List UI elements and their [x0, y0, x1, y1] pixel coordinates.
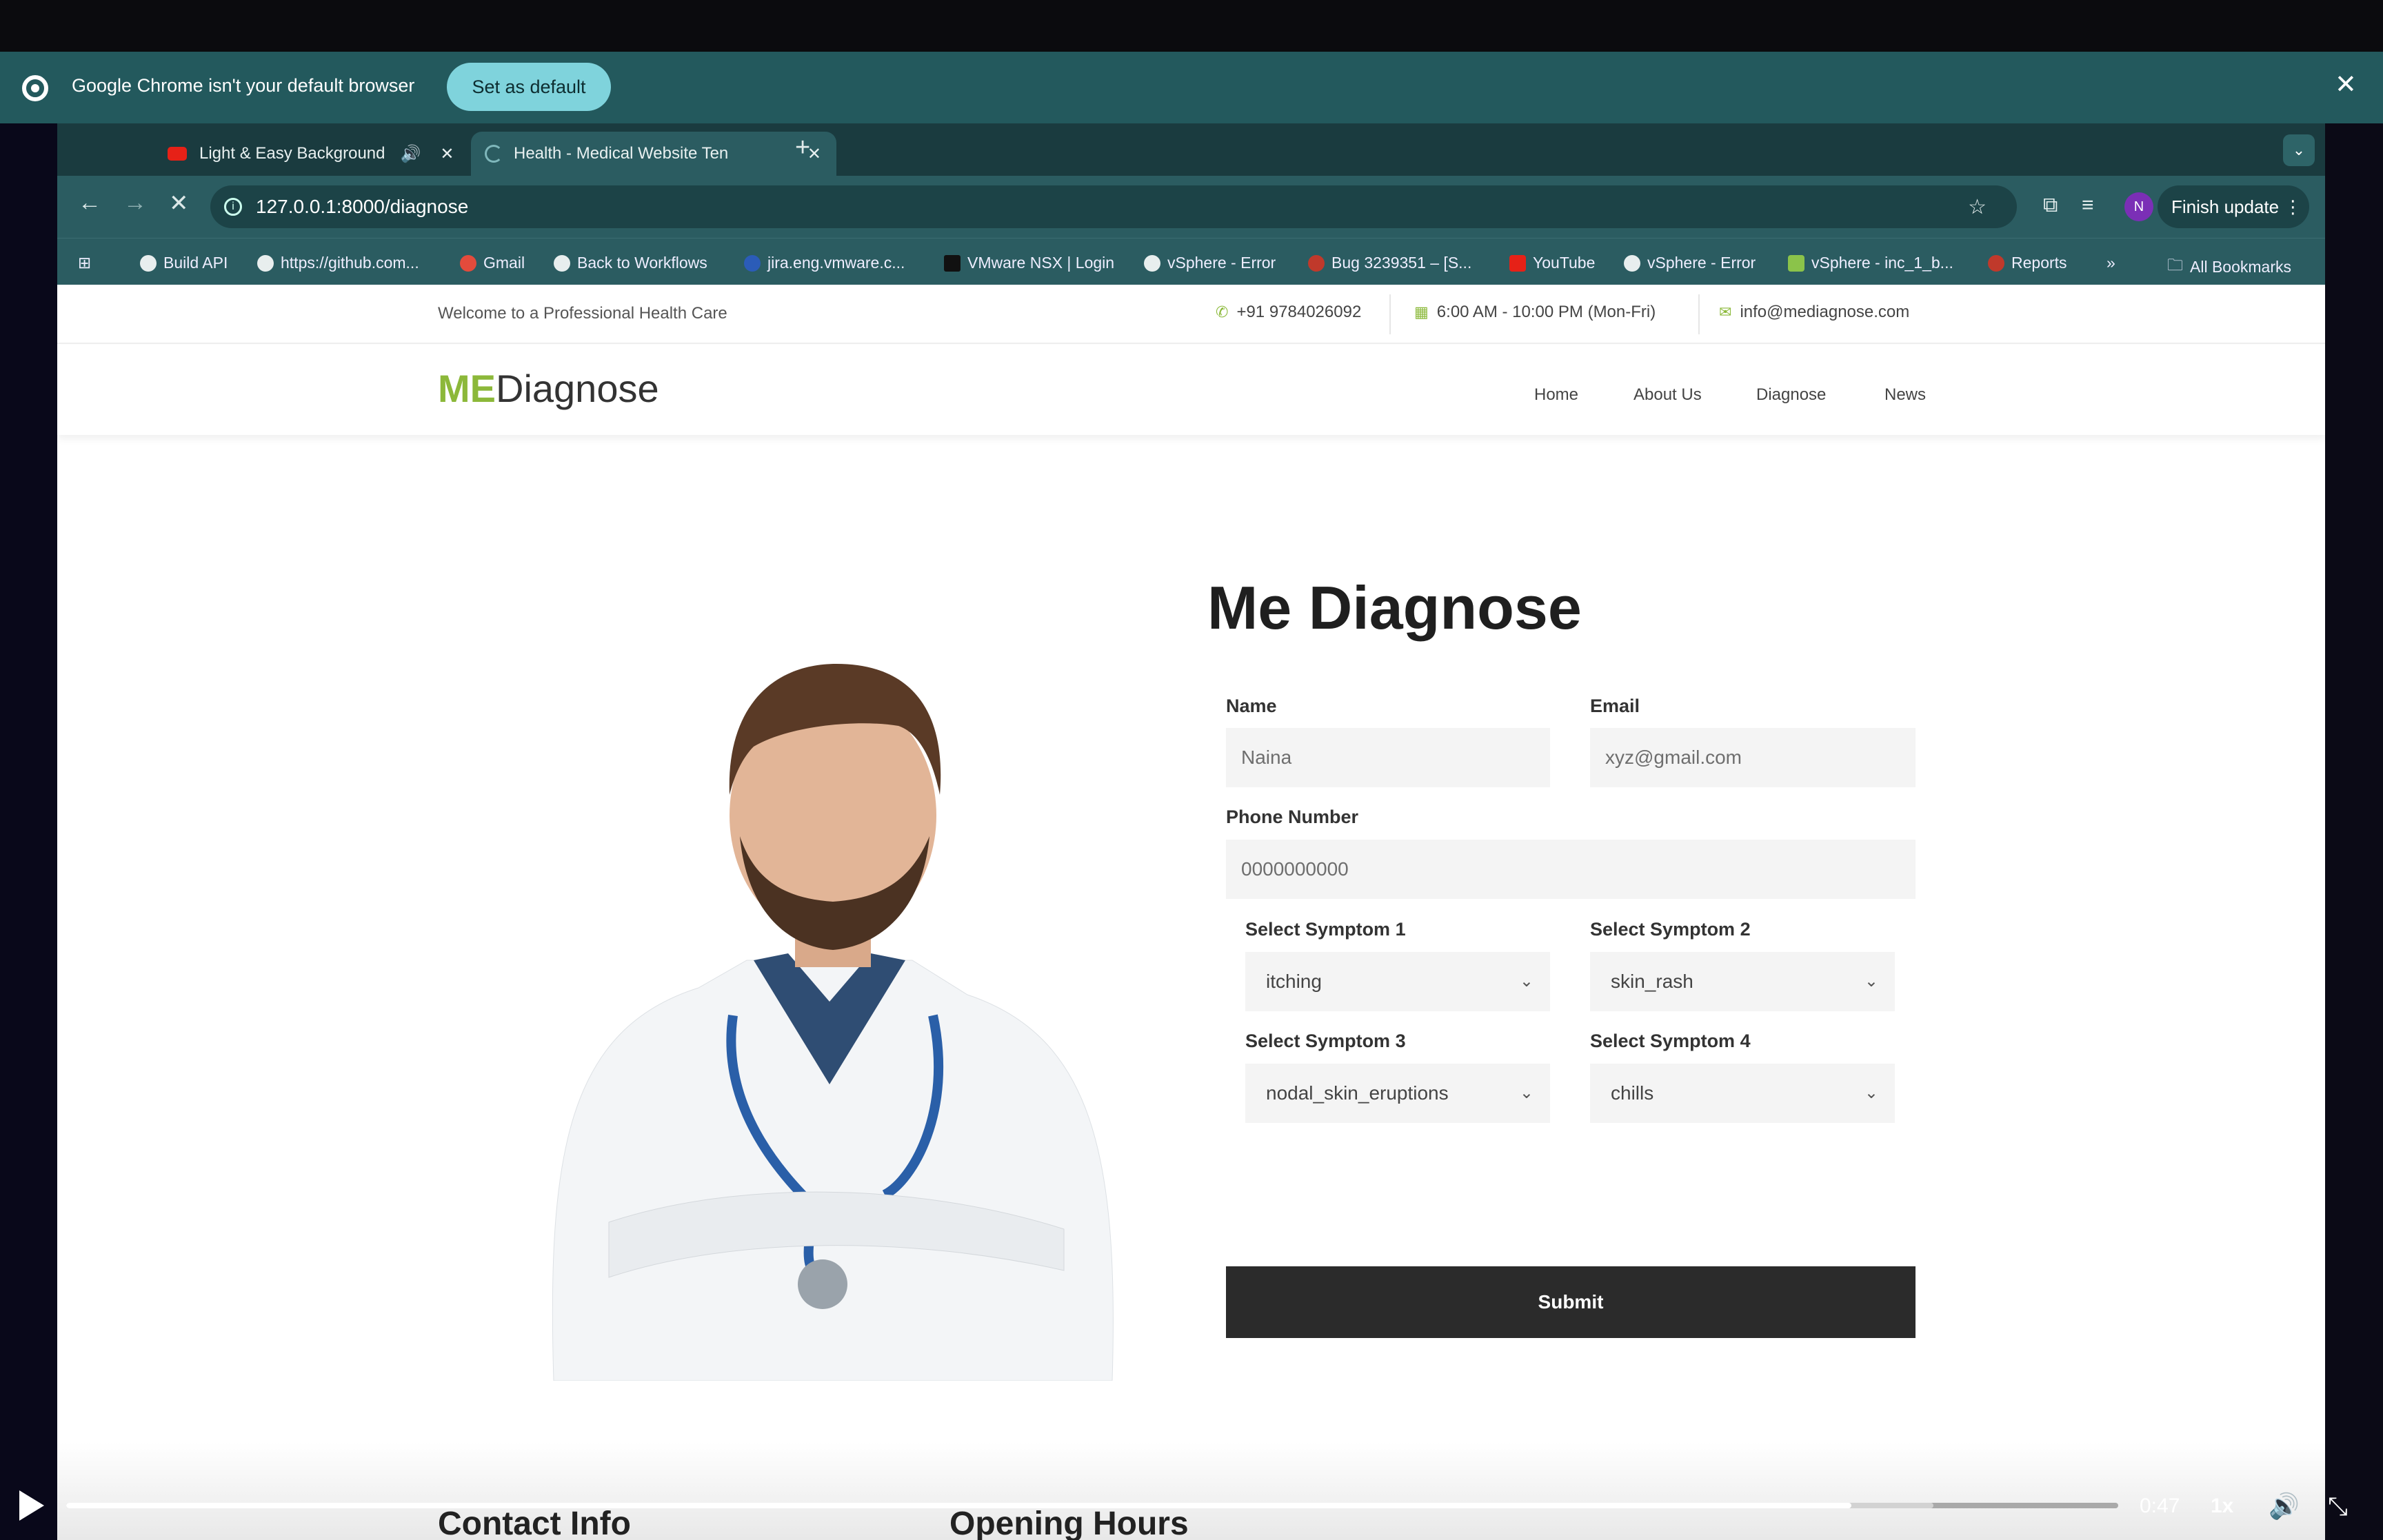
played-bar [66, 1503, 1852, 1508]
browser-toolbar: ← → ✕ i 127.0.0.1:8000/diagnose ☆ ⧉ ≡ N … [57, 176, 2325, 238]
symptom3-select[interactable]: nodal_skin_eruptions ⌄ [1245, 1064, 1550, 1123]
playback-speed-button[interactable]: 1x [2211, 1495, 2233, 1518]
bookmarks-bar: ⊞ Build API https://github.com... Gmail … [57, 238, 2325, 285]
profile-avatar[interactable]: N [2124, 192, 2153, 221]
video-controls: 0:47 1x 🔊 ⤡ [0, 1471, 2383, 1540]
browser-window: Light & Easy Background 🔊 ✕ Health - Med… [57, 123, 2325, 1540]
forward-icon[interactable]: → [123, 190, 147, 216]
set-as-default-button[interactable]: Set as default [447, 63, 611, 111]
bookmark-item[interactable]: Reports [1988, 254, 2067, 272]
video-top-bar [0, 0, 2383, 52]
more-bookmarks-icon[interactable]: » [2107, 254, 2115, 272]
bookmark-item[interactable]: vSphere - inc_1_b... [1788, 254, 1953, 272]
site-topbar: Welcome to a Professional Health Care ✆ +… [57, 285, 2325, 344]
chrome-icon [22, 75, 48, 101]
default-browser-infobar: Google Chrome isn't your default browser… [0, 52, 2383, 123]
bookmark-item[interactable]: Back to Workflows [554, 254, 707, 272]
speaker-icon: 🔊 [400, 144, 421, 163]
webpage: Welcome to a Professional Health Care ✆ +… [57, 285, 2325, 1540]
hours-contact: ▦ 6:00 AM - 10:00 PM (Mon-Fri) [1414, 303, 1656, 321]
symptom1-label: Select Symptom 1 [1245, 919, 1406, 940]
bookmark-item[interactable]: VMware NSX | Login [944, 254, 1114, 272]
mail-icon: ✉ [1719, 303, 1732, 321]
exit-fullscreen-icon[interactable]: ⤡ [2328, 1492, 2348, 1521]
close-tab-icon[interactable]: ✕ [440, 144, 454, 164]
chevron-down-icon: ⌄ [1864, 972, 1878, 991]
phone-icon: ✆ [1216, 303, 1229, 321]
back-icon[interactable]: ← [78, 190, 101, 216]
stop-loading-icon[interactable]: ✕ [169, 190, 189, 217]
close-icon[interactable]: ✕ [2335, 71, 2357, 99]
media-controls-icon[interactable]: ≡ [2082, 194, 2094, 217]
tab-light-easy-background[interactable]: Light & Easy Background 🔊 ✕ [168, 132, 512, 176]
divider [1389, 294, 1391, 334]
finish-update-button[interactable]: Finish update ⋮ [2158, 185, 2309, 228]
extensions-icon[interactable]: ⧉ [2043, 194, 2058, 217]
symptom3-label: Select Symptom 3 [1245, 1031, 1406, 1051]
folder-icon: 🗀 [2167, 256, 2183, 274]
name-label: Name [1226, 696, 1277, 716]
doctor-image [552, 664, 1114, 1381]
bookmark-item[interactable]: Gmail [460, 254, 525, 272]
new-tab-button[interactable]: + [795, 133, 810, 163]
calendar-icon: ▦ [1414, 303, 1429, 321]
loading-spinner-icon [485, 145, 503, 163]
email-input[interactable]: xyz@gmail.com [1590, 728, 1916, 787]
tab-health-medical[interactable]: Health - Medical Website Ten ✕ [471, 132, 836, 176]
nav-about-us[interactable]: About Us [1633, 385, 1702, 405]
apps-grid-icon[interactable]: ⊞ [78, 254, 91, 272]
nav-home[interactable]: Home [1534, 385, 1578, 405]
bookmark-star-icon[interactable]: ☆ [1968, 195, 1987, 219]
email-label: Email [1590, 696, 1640, 716]
video-letterbox-right [2325, 123, 2383, 1540]
submit-button[interactable]: Submit [1226, 1266, 1916, 1338]
chevron-down-icon: ⌄ [1519, 1084, 1534, 1102]
infobar-message: Google Chrome isn't your default browser [72, 75, 415, 96]
address-bar[interactable]: i 127.0.0.1:8000/diagnose ☆ [210, 185, 2017, 228]
symptom2-select[interactable]: skin_rash ⌄ [1590, 952, 1895, 1011]
tab-strip: Light & Easy Background 🔊 ✕ Health - Med… [57, 123, 2325, 176]
chevron-down-icon: ⌄ [1864, 1084, 1878, 1102]
phone-contact: ✆ +91 9784026092 [1216, 303, 1362, 321]
phone-label: Phone Number [1226, 807, 1359, 827]
nav-diagnose[interactable]: Diagnose [1756, 385, 1826, 405]
bookmark-item[interactable]: vSphere - Error [1144, 254, 1276, 272]
bookmark-item[interactable]: Build API [140, 254, 228, 272]
bookmark-item[interactable]: https://github.com... [257, 254, 419, 272]
youtube-icon [168, 147, 187, 161]
welcome-text: Welcome to a Professional Health Care [438, 304, 727, 323]
symptom2-label: Select Symptom 2 [1590, 919, 1751, 940]
site-info-icon[interactable]: i [224, 198, 242, 216]
form-title: Me Diagnose [1207, 574, 1582, 642]
address-url[interactable]: 127.0.0.1:8000/diagnose [256, 196, 468, 218]
volume-icon[interactable]: 🔊 [2269, 1492, 2300, 1521]
bookmark-item[interactable]: Bug 3239351 – [S... [1308, 254, 1471, 272]
tab-title: Light & Easy Background [199, 144, 385, 163]
email-contact: ✉ info@mediagnose.com [1719, 303, 1910, 321]
symptom4-select[interactable]: chills ⌄ [1590, 1064, 1895, 1123]
tab-title: Health - Medical Website Ten [514, 144, 729, 163]
name-input[interactable]: Naina [1226, 728, 1550, 787]
divider [1698, 294, 1700, 334]
video-letterbox-left [0, 123, 57, 1540]
all-bookmarks-folder[interactable]: 🗀 All Bookmarks [2167, 254, 2291, 281]
site-header: MEDiagnose Home About Us Diagnose News [57, 345, 2325, 435]
symptom4-label: Select Symptom 4 [1590, 1031, 1751, 1051]
video-progress-bar[interactable] [66, 1503, 2118, 1508]
play-icon[interactable] [19, 1490, 44, 1521]
video-time: 0:47 [2140, 1495, 2180, 1517]
site-logo[interactable]: MEDiagnose [438, 366, 659, 411]
nav-news[interactable]: News [1884, 385, 1926, 405]
bookmark-item[interactable]: vSphere - Error [1624, 254, 1756, 272]
bookmark-item[interactable]: YouTube [1509, 254, 1595, 272]
tab-search-icon[interactable]: ⌄ [2283, 134, 2315, 166]
chevron-down-icon: ⌄ [1519, 972, 1534, 991]
bookmark-item[interactable]: jira.eng.vmware.c... [744, 254, 905, 272]
phone-input[interactable]: 0000000000 [1226, 840, 1916, 899]
symptom1-select[interactable]: itching ⌄ [1245, 952, 1550, 1011]
